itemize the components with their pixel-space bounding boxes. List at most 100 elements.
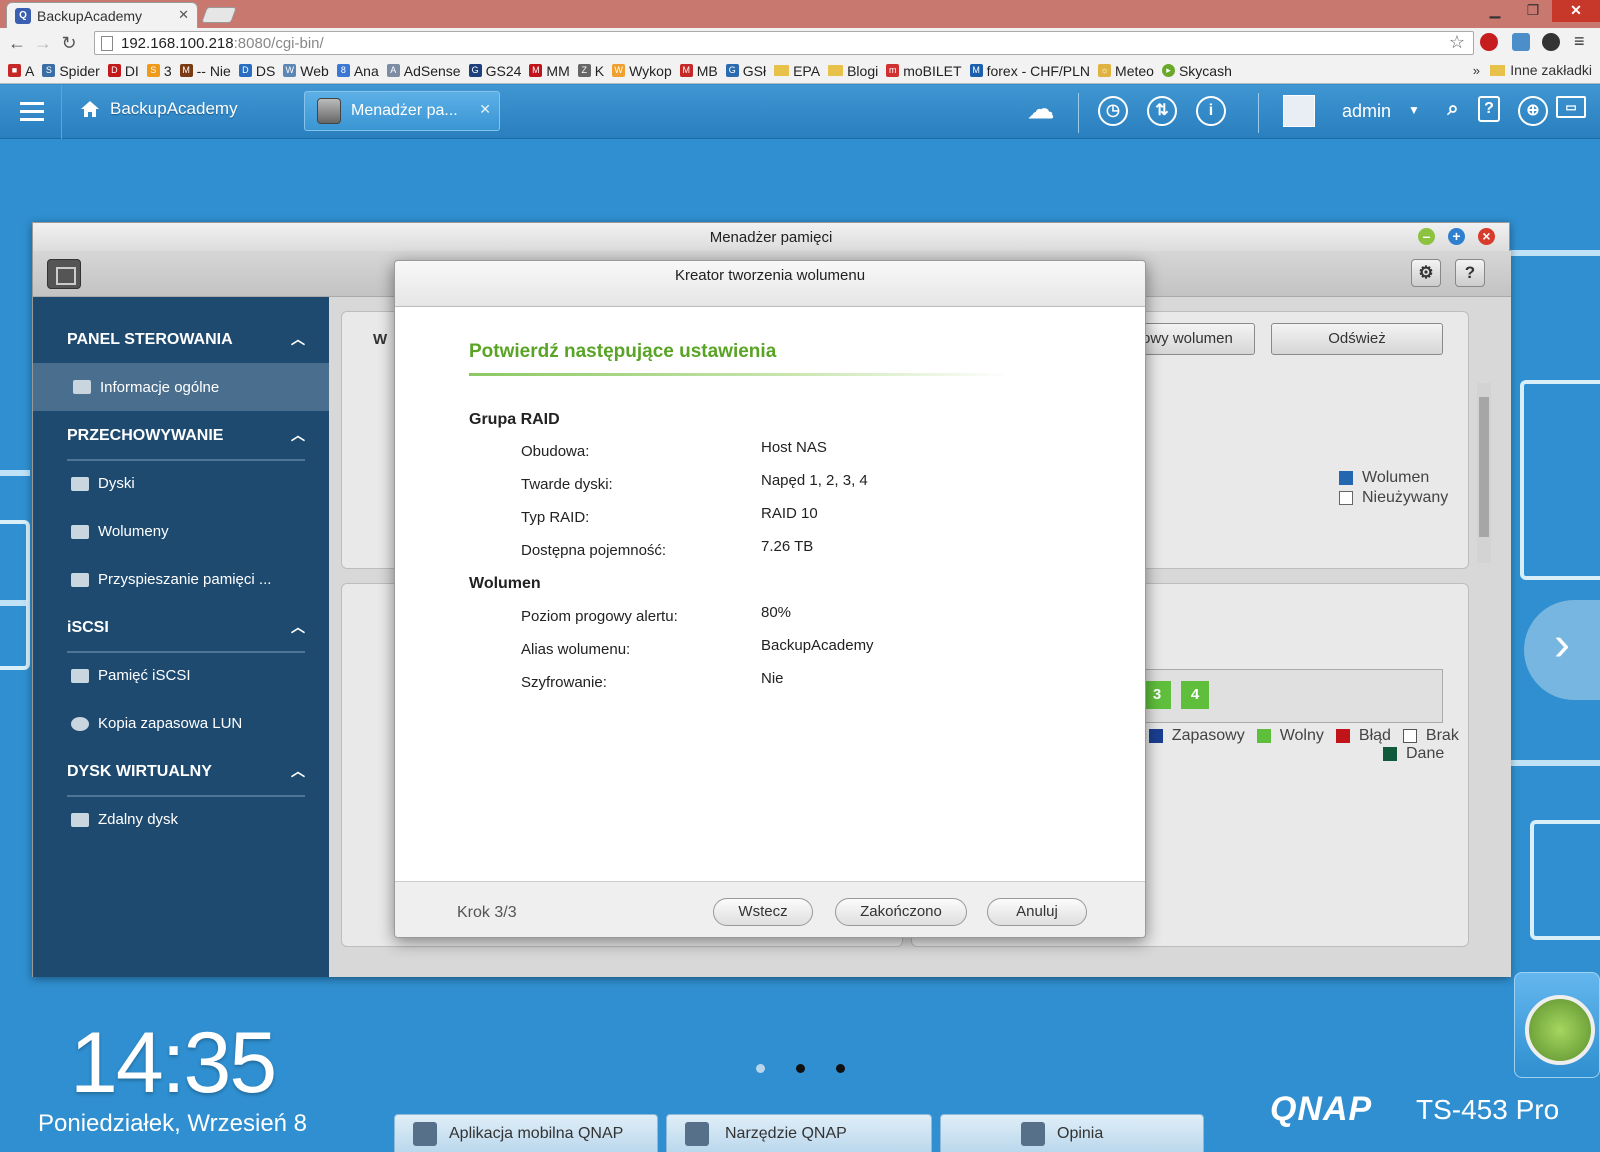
dock-feedback[interactable]: Opinia [940, 1114, 1204, 1152]
help-icon[interactable]: ? [1478, 96, 1500, 122]
sidebar-item-remote-disk[interactable]: Zdalny dysk [71, 811, 178, 828]
home-button[interactable]: BackupAcademy [80, 99, 238, 119]
bookmark-folder[interactable]: Blogi [828, 63, 878, 79]
bookmark-item[interactable]: S Spider [42, 63, 100, 79]
extension-blue-icon[interactable] [1512, 33, 1530, 51]
iscsi-icon [71, 668, 89, 683]
sidebar-section-panel[interactable]: PANEL STEROWANIA ︿ [67, 331, 305, 349]
url-host: 192.168.100.218 [121, 34, 234, 52]
reload-icon[interactable]: ↻ [56, 33, 82, 54]
bookmark-item[interactable]: M MB [679, 63, 718, 79]
panel-scrollbar[interactable] [1477, 383, 1491, 563]
other-bookmarks-folder[interactable]: Inne zakładki [1490, 62, 1592, 78]
external-device-icon[interactable]: ⇅ [1147, 96, 1177, 126]
disk-slot-4[interactable]: 4 [1181, 681, 1209, 709]
bookmark-item[interactable]: ☼ Meteo [1098, 63, 1154, 79]
window-maximize-icon[interactable]: + [1448, 228, 1465, 245]
bookmark-item[interactable]: A AdSense [386, 63, 461, 79]
cancel-button[interactable]: Anuluj [987, 898, 1087, 926]
window-close-icon[interactable]: ✕ [1552, 0, 1600, 22]
desktop-preferences-icon[interactable]: ▭ [1556, 96, 1586, 118]
extension-dark-icon[interactable] [1542, 33, 1560, 51]
browser-tab[interactable]: Q BackupAcademy ✕ [6, 2, 198, 28]
sidebar-section-iscsi[interactable]: iSCSI ︿ [67, 619, 305, 637]
window-close-icon[interactable]: × [1478, 228, 1495, 245]
bookmark-item[interactable]: G GSł [725, 63, 766, 79]
resource-monitor-gauge-icon[interactable] [1514, 972, 1600, 1078]
info-icon[interactable]: i [1196, 96, 1226, 126]
app-tab-close-icon[interactable]: ✕ [479, 101, 491, 118]
address-bar[interactable]: 192.168.100.218:8080/cgi-bin/ ☆ [94, 31, 1474, 55]
sidebar-item-iscsi-storage[interactable]: Pamięć iSCSI [71, 667, 191, 684]
bookmark-item[interactable]: D DI [107, 63, 139, 79]
collapse-icon[interactable]: ︿ [291, 425, 305, 445]
dock-qnap-utility[interactable]: Narzędzie QNAP [666, 1114, 932, 1152]
bookmark-item[interactable]: ▸ Skycash [1161, 63, 1232, 79]
bookmark-item[interactable]: W Web [283, 63, 329, 79]
back-arrow-icon[interactable]: ← [4, 33, 30, 54]
remote-disk-icon [71, 812, 89, 827]
wizard-title: Kreator tworzenia wolumenu [395, 261, 1145, 307]
window-minimize-icon[interactable]: – [1418, 228, 1435, 245]
new-tab-button[interactable] [201, 7, 237, 23]
dock-mobile-app[interactable]: Aplikacja mobilna QNAP [394, 1114, 658, 1152]
search-icon[interactable]: ⌕ [1438, 96, 1468, 126]
disk-slot-3[interactable]: 3 [1143, 681, 1171, 709]
bookmark-item[interactable]: M -- Nie [179, 63, 231, 79]
bookmark-folder[interactable]: EPA [774, 63, 820, 79]
finish-button[interactable]: Zakończono [835, 898, 967, 926]
extension-red-icon[interactable] [1480, 33, 1498, 51]
sidebar-section-storage[interactable]: PRZECHOWYWANIE ︿ [67, 427, 305, 445]
user-caret-icon[interactable]: ▼ [1408, 103, 1420, 117]
bookmark-item[interactable]: 8 Ana [336, 63, 379, 79]
maximize-icon[interactable]: ❐ [1514, 0, 1552, 22]
main-menu-icon[interactable] [0, 85, 62, 139]
collapse-icon[interactable]: ︿ [291, 761, 305, 781]
setting-value: 7.26 TB [761, 538, 814, 555]
tab-close-icon[interactable]: ✕ [178, 7, 189, 23]
page-dot[interactable] [836, 1064, 845, 1073]
collapse-icon[interactable]: ︿ [291, 617, 305, 637]
minimize-icon[interactable]: ▁ [1476, 0, 1514, 22]
bookmark-item[interactable]: W Wykop [612, 63, 672, 79]
bookmark-star-icon[interactable]: ☆ [1449, 32, 1465, 53]
bookmarks-overflow-icon[interactable]: » [1473, 63, 1480, 78]
sidebar-item-disks[interactable]: Dyski [71, 475, 135, 492]
bookmark-item[interactable]: S3 [146, 63, 172, 79]
bookmark-item[interactable]: ■ A [8, 63, 34, 79]
settings-gear-icon[interactable]: ⚙ [1411, 259, 1441, 287]
cloud-icon[interactable]: ☁ [1026, 96, 1056, 126]
language-globe-icon[interactable]: ⊕ [1518, 96, 1548, 126]
sidebar-item-cache[interactable]: Przyspieszanie pamięci ... [71, 571, 271, 588]
bookmark-item[interactable]: ZK [577, 63, 604, 79]
wizard-footer: Krok 3/3 Wstecz Zakończono Anuluj [395, 881, 1145, 937]
refresh-button[interactable]: Odśwież [1271, 323, 1443, 355]
bookmark-item[interactable]: m moBILET [886, 63, 962, 79]
hammer-icon [685, 1122, 709, 1146]
user-name[interactable]: admin [1342, 101, 1391, 122]
sidebar-item-general-info[interactable]: Informacje ogólne [33, 363, 329, 411]
qnap-favicon-icon: Q [15, 7, 31, 24]
collapse-icon[interactable]: ︿ [291, 329, 305, 349]
background-tasks-icon[interactable]: ◷ [1098, 96, 1128, 126]
sidebar-section-virtual-disk[interactable]: DYSK WIRTUALNY ︿ [67, 763, 305, 781]
sidebar-toggle-icon[interactable] [47, 259, 81, 289]
menu-icon[interactable]: ≡ [1574, 32, 1592, 51]
next-desktop-arrow-icon[interactable]: › [1524, 600, 1600, 700]
sidebar-item-volumes[interactable]: Wolumeny [71, 523, 169, 540]
sidebar-item-lun-backup[interactable]: Kopia zapasowa LUN [71, 715, 242, 732]
bookmark-item[interactable]: M MM [529, 63, 570, 79]
raid-group-heading: Grupa RAID [469, 411, 560, 428]
setting-key: Obudowa: [521, 443, 590, 460]
back-button[interactable]: Wstecz [713, 898, 813, 926]
bookmark-item[interactable]: G GS24 [468, 63, 521, 79]
bookmark-item[interactable]: Mforex - CHF/PLN [969, 63, 1090, 79]
browser-toolbar: ← → ↻ 192.168.100.218:8080/cgi-bin/ ☆ ≡ [0, 28, 1600, 58]
page-dot[interactable] [756, 1064, 765, 1073]
help-question-icon[interactable]: ? [1455, 259, 1485, 287]
forward-arrow-icon[interactable]: → [30, 33, 56, 54]
page-dot[interactable] [796, 1064, 805, 1073]
app-tab-storage-manager[interactable]: Menadżer pa... ✕ [304, 91, 500, 131]
bookmark-item[interactable]: D DS [238, 63, 275, 79]
avatar[interactable] [1283, 95, 1315, 127]
